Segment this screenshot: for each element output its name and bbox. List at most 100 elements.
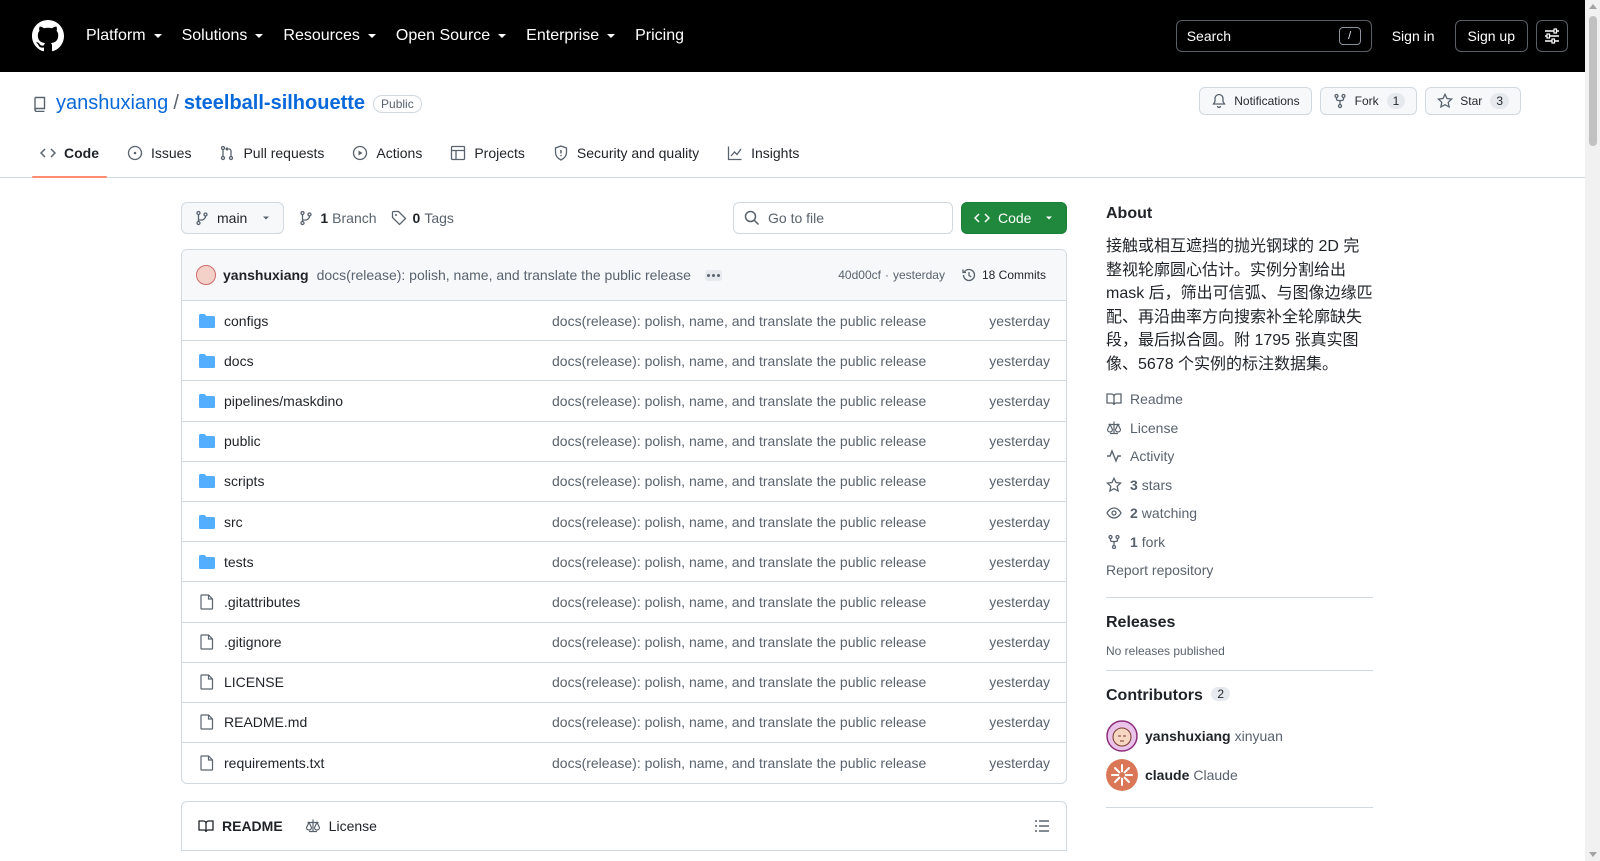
sign-up-button[interactable]: Sign up	[1454, 20, 1528, 52]
caret-down-icon	[1046, 216, 1052, 220]
table-row[interactable]: .gitignore docs(release): polish, name, a…	[182, 623, 1066, 663]
tab-projects[interactable]: Projects	[442, 129, 533, 177]
star-button[interactable]: Star 3	[1425, 87, 1521, 115]
chevron-down-icon	[153, 34, 162, 38]
forks-link[interactable]: 1 fork	[1106, 528, 1373, 557]
file-name-link[interactable]: requirements.txt	[224, 755, 552, 771]
scroll-up-icon[interactable]	[1589, 4, 1597, 9]
file-name-link[interactable]: .gitignore	[224, 634, 552, 650]
file-commit-message-link[interactable]: docs(release): polish, name, and transla…	[552, 433, 989, 449]
commit-author-link[interactable]: yanshuxiang	[223, 267, 309, 283]
page-scrollbar[interactable]	[1585, 0, 1600, 861]
list-icon[interactable]	[1034, 818, 1050, 834]
repo-name-link[interactable]: steelball-silhouette	[184, 92, 365, 115]
commit-message-link[interactable]: docs(release): polish, name, and transla…	[317, 267, 691, 283]
github-logo-icon[interactable]	[32, 20, 64, 52]
menu-button[interactable]	[1536, 20, 1568, 52]
file-commit-message-link[interactable]: docs(release): polish, name, and transla…	[552, 514, 989, 530]
table-row[interactable]: docs docs(release): polish, name, and tra…	[182, 341, 1066, 382]
contributors-heading[interactable]: Contributors 2	[1106, 686, 1373, 705]
table-row[interactable]: .gitattributes docs(release): polish, nam…	[182, 582, 1066, 623]
nav-open-source[interactable]: Open Source	[396, 27, 508, 45]
code-button[interactable]: Code	[961, 202, 1067, 234]
file-commit-time: yesterday	[989, 473, 1050, 490]
file-name-link[interactable]: tests	[224, 554, 552, 570]
star-icon	[1437, 93, 1454, 109]
file-commit-message-link[interactable]: docs(release): polish, name, and transla…	[552, 594, 989, 610]
table-row[interactable]: configs docs(release): polish, name, and …	[182, 301, 1066, 342]
file-commit-message-link[interactable]: docs(release): polish, name, and transla…	[552, 634, 989, 650]
notifications-button[interactable]: Notifications	[1199, 87, 1312, 115]
scroll-down-icon[interactable]	[1589, 852, 1597, 857]
tab-actions[interactable]: Actions	[344, 129, 430, 177]
commit-sha-link[interactable]: 40d00cf	[838, 268, 881, 282]
tab-issues[interactable]: Issues	[119, 129, 199, 177]
fork-button[interactable]: Fork 1	[1319, 87, 1418, 115]
nav-label: Resources	[283, 27, 360, 44]
table-row[interactable]: scripts docs(release): polish, name, and …	[182, 462, 1066, 502]
tags-link[interactable]: 0 Tags	[391, 210, 454, 226]
activity-link[interactable]: Activity	[1106, 442, 1373, 471]
watching-link[interactable]: 2 watching	[1106, 499, 1373, 528]
nav-pricing[interactable]: Pricing	[635, 27, 684, 45]
fork-label: Fork	[1354, 94, 1379, 108]
file-commit-message-link[interactable]: docs(release): polish, name, and transla…	[552, 674, 989, 690]
tab-insights[interactable]: Insights	[719, 129, 807, 177]
file-commit-message-link[interactable]: docs(release): polish, name, and transla…	[552, 554, 989, 570]
file-commit-message-link[interactable]: docs(release): polish, name, and transla…	[552, 473, 989, 489]
license-tab[interactable]: License	[305, 818, 377, 834]
search-icon	[744, 210, 760, 226]
stars-link[interactable]: 3 stars	[1106, 471, 1373, 500]
file-commit-message-link[interactable]: docs(release): polish, name, and transla…	[552, 393, 989, 409]
table-row[interactable]: src docs(release): polish, name, and tran…	[182, 502, 1066, 543]
nav-enterprise[interactable]: Enterprise	[526, 27, 617, 45]
readme-tab[interactable]: README	[198, 818, 283, 834]
file-name-link[interactable]: src	[224, 514, 552, 530]
branch-selector[interactable]: main	[181, 202, 285, 234]
repo-owner-link[interactable]: yanshuxiang	[56, 92, 168, 115]
table-row[interactable]: tests docs(release): polish, name, and tr…	[182, 542, 1066, 583]
contributor-item[interactable]: yanshuxiang xinyuan	[1106, 717, 1373, 756]
file-name-link[interactable]: README.md	[224, 714, 552, 730]
commits-link[interactable]: 18 Commits	[961, 267, 1046, 283]
file-name-link[interactable]: configs	[224, 313, 552, 329]
nav-resources[interactable]: Resources	[283, 27, 377, 45]
file-commit-message-link[interactable]: docs(release): polish, name, and transla…	[552, 313, 989, 329]
avatar[interactable]	[196, 265, 216, 285]
scrollbar-thumb[interactable]	[1589, 16, 1597, 146]
go-to-file-input[interactable]: Go to file	[733, 202, 953, 234]
ellipsis-icon[interactable]	[704, 269, 722, 281]
table-row[interactable]: README.md docs(release): polish, name, an…	[182, 703, 1066, 744]
file-name-link[interactable]: pipelines/maskdino	[224, 393, 552, 409]
license-tab-label: License	[328, 818, 377, 835]
nav-solutions[interactable]: Solutions	[182, 27, 266, 45]
tab-security[interactable]: Security and quality	[545, 129, 707, 177]
nav-platform[interactable]: Platform	[86, 27, 164, 45]
readme-link[interactable]: Readme	[1106, 385, 1373, 414]
license-link[interactable]: License	[1106, 414, 1373, 443]
tab-code[interactable]: Code	[32, 129, 107, 178]
releases-heading[interactable]: Releases	[1106, 614, 1373, 632]
search-input[interactable]: Search /	[1175, 20, 1372, 52]
file-name-link[interactable]: .gitattributes	[224, 594, 552, 610]
table-row[interactable]: requirements.txt docs(release): polish, n…	[182, 743, 1066, 783]
file-name-link[interactable]: docs	[224, 353, 552, 369]
tab-pull-requests[interactable]: Pull requests	[211, 129, 332, 177]
table-row[interactable]: LICENSE docs(release): polish, name, and …	[182, 663, 1066, 703]
nav-label: Platform	[86, 27, 146, 44]
file-commit-message-link[interactable]: docs(release): polish, name, and transla…	[552, 755, 989, 771]
file-name-link[interactable]: LICENSE	[224, 674, 552, 690]
commit-separator: ·	[884, 268, 889, 282]
file-commit-message-link[interactable]: docs(release): polish, name, and transla…	[552, 714, 989, 730]
contributor-item[interactable]: claude Claude	[1106, 756, 1373, 795]
file-commit-message-link[interactable]: docs(release): polish, name, and transla…	[552, 353, 989, 369]
file-name-link[interactable]: scripts	[224, 473, 552, 489]
table-row[interactable]: pipelines/maskdino docs(release): polish,…	[182, 381, 1066, 422]
tab-label: Issues	[151, 145, 192, 161]
sign-in-button[interactable]: Sign in	[1380, 20, 1447, 52]
branches-link[interactable]: 1 Branch	[298, 210, 377, 226]
folder-icon	[198, 514, 216, 530]
table-row[interactable]: public docs(release): polish, name, and t…	[182, 422, 1066, 462]
file-name-link[interactable]: public	[224, 433, 552, 449]
report-repository-link[interactable]: Report repository	[1106, 556, 1373, 585]
